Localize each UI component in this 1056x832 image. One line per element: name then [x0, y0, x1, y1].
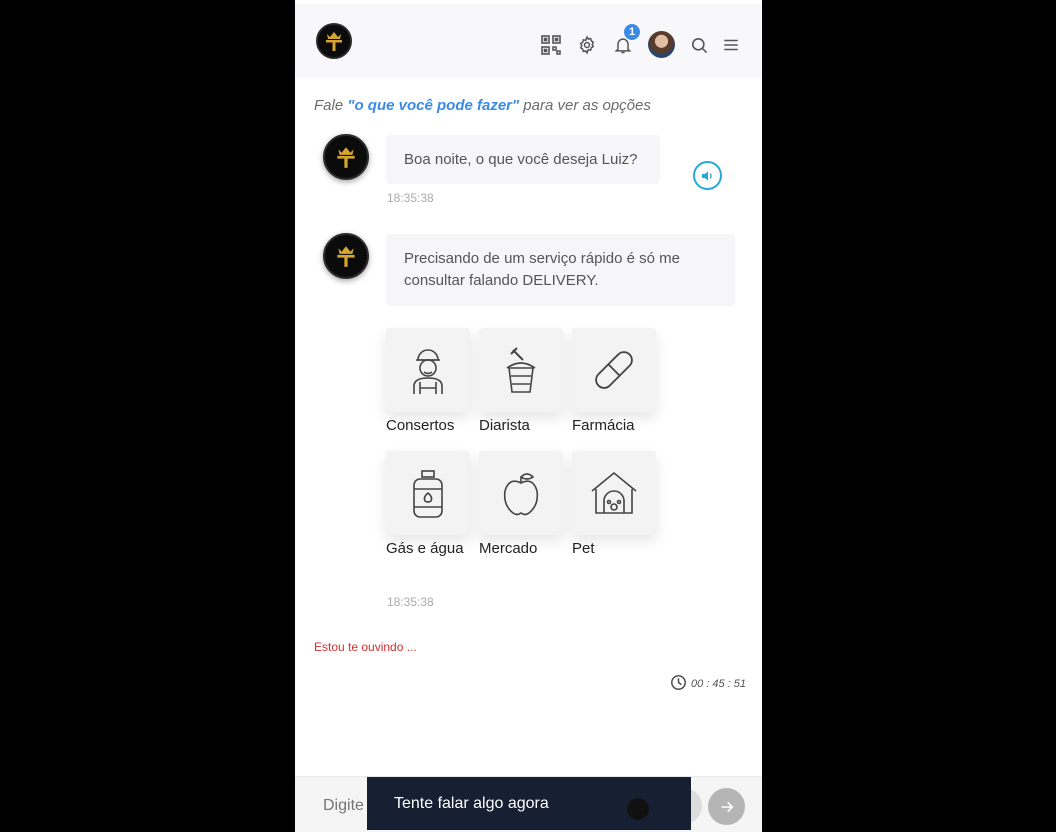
service-label: Mercado	[479, 540, 538, 557]
pill-icon	[572, 328, 656, 412]
chat-screen: 1 Fale "o que você pode fazer" para ver …	[295, 0, 762, 832]
user-avatar[interactable]	[648, 31, 675, 58]
search-icon[interactable]	[688, 34, 710, 56]
message-time: 18:35:38	[387, 191, 434, 205]
service-label: Diarista	[479, 417, 530, 434]
assistant-avatar	[323, 233, 369, 279]
dog-house-icon	[572, 451, 656, 535]
apple-icon	[479, 451, 563, 535]
service-tile-diarista[interactable]: Diarista	[479, 328, 563, 434]
arrow-right-icon	[721, 801, 733, 812]
message-bubble: Precisando de um serviço rápido é só me …	[386, 234, 735, 306]
listening-status: Estou te ouvindo ...	[314, 640, 417, 654]
service-tile-farmacia[interactable]: Farmácia	[572, 328, 656, 434]
hint-suffix: para ver as opções	[519, 97, 651, 114]
gas-cylinder-icon	[386, 451, 470, 535]
service-tile-mercado[interactable]: Mercado	[479, 451, 563, 557]
qr-code-icon[interactable]	[540, 34, 562, 56]
notification-badge: 1	[623, 23, 641, 41]
menu-icon[interactable]	[720, 34, 742, 56]
service-tile-gas-agua[interactable]: Gás e água	[386, 451, 470, 557]
gear-icon[interactable]	[576, 34, 598, 56]
service-tile-pet[interactable]: Pet	[572, 451, 656, 557]
cleaning-bucket-icon	[479, 328, 563, 412]
recording-dot	[627, 798, 649, 820]
service-label: Consertos	[386, 417, 455, 434]
top-bar: 1	[295, 4, 762, 78]
clock-icon	[670, 674, 687, 694]
service-label: Pet	[572, 540, 595, 557]
app-logo[interactable]	[316, 23, 352, 59]
send-button[interactable]	[708, 788, 745, 825]
voice-hint: Fale "o que você pode fazer" para ver as…	[314, 97, 651, 114]
speaker-icon[interactable]	[693, 161, 722, 190]
hint-prefix: Fale	[314, 97, 348, 114]
service-tile-consertos[interactable]: Consertos	[386, 328, 470, 434]
service-label: Farmácia	[572, 417, 635, 434]
repairman-icon	[386, 328, 470, 412]
hint-command[interactable]: "o que você pode fazer"	[347, 97, 519, 114]
message-time: 18:35:38	[387, 595, 434, 609]
service-label: Gás e água	[386, 540, 464, 557]
assistant-avatar	[323, 134, 369, 180]
session-timer: 00 : 45 : 51	[670, 674, 746, 694]
message-bubble: Boa noite, o que você deseja Luiz?	[386, 135, 660, 184]
timer-value: 00 : 45 : 51	[691, 678, 747, 690]
